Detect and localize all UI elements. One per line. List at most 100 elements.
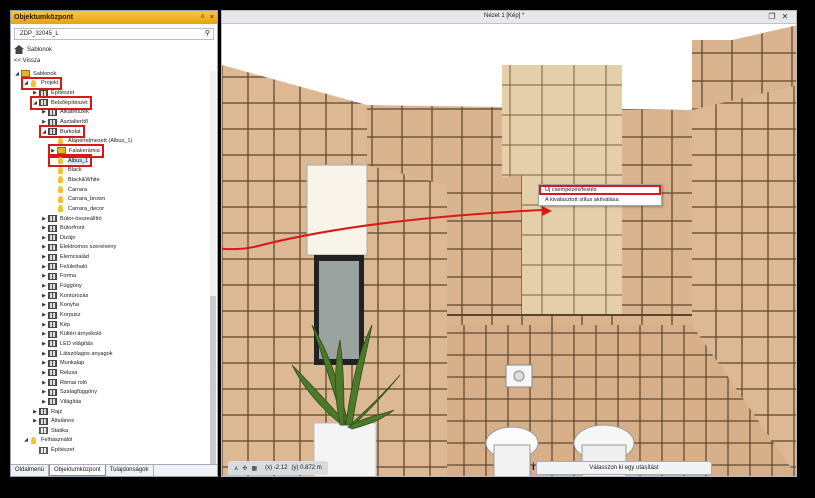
menu-item-new-tiling[interactable]: Új csempézés/festés (539, 185, 661, 195)
expand-arrow-icon[interactable]: ▶ (41, 244, 47, 250)
expand-arrow-icon[interactable]: ▶ (50, 148, 56, 154)
tree-item[interactable]: ◢ Burkolat (39, 124, 85, 139)
tree-item[interactable]: ▶ Elemcsalád (41, 252, 89, 262)
expand-arrow-icon[interactable]: ▶ (32, 418, 38, 424)
tree-item[interactable]: ▶ Látszólagos anyagok (41, 349, 113, 359)
tree-item[interactable]: ▶ Általános (32, 416, 74, 426)
tree-item[interactable]: ▶ Dizájn (41, 233, 76, 243)
tree-item-label: Black (68, 167, 82, 174)
pin-icon[interactable]: ᵃ (201, 14, 204, 21)
tree-item[interactable]: ▶ Falakerámia (48, 144, 104, 158)
tree-item[interactable]: ▶ Kép (41, 320, 70, 330)
tree-item[interactable]: ▶ Világítás (41, 397, 81, 407)
tree-item[interactable]: Carrara_decor (50, 204, 104, 214)
tree-item[interactable]: Albus_1 (47, 153, 93, 168)
grid-icon (48, 340, 57, 348)
tree-item[interactable]: ▶ Munkalap (41, 359, 84, 369)
tab-objektumkozpont[interactable]: Objektumközpont (49, 465, 106, 476)
expand-arrow-icon[interactable]: ▶ (41, 380, 47, 386)
grid-icon (48, 379, 57, 387)
expand-arrow-icon[interactable]: ◢ (41, 129, 47, 135)
expand-arrow-icon[interactable]: ▶ (41, 283, 47, 289)
tree-item[interactable]: ▶ Konyha (41, 301, 79, 311)
expand-arrow-icon[interactable]: ▶ (41, 302, 47, 308)
tree-item[interactable]: ▶ Kültéri árnyékoló (41, 330, 102, 340)
expand-arrow-icon[interactable]: ▶ (41, 235, 47, 241)
tree-item[interactable]: ▶ Rajz (32, 407, 62, 417)
expand-arrow-icon[interactable]: ▶ (41, 264, 47, 270)
tree-item-label: Falakerámia (69, 147, 100, 154)
expand-arrow-icon[interactable]: ▶ (32, 409, 38, 415)
tree-item[interactable]: Carrara_brown (50, 194, 105, 204)
bulb-icon (58, 176, 63, 184)
coord-y: (y) 0.872 m (291, 465, 322, 471)
grid-icon (39, 417, 48, 425)
search-input[interactable]: ZDP_32045_L ⚲ (14, 28, 214, 40)
expand-arrow-icon[interactable]: ▶ (41, 312, 47, 318)
expand-arrow-icon[interactable]: ▶ (32, 90, 38, 96)
tree-item[interactable]: ▶ Bútorfront (41, 223, 85, 233)
tree-item[interactable]: ◢ Projekt (20, 76, 63, 91)
tree-item-label: Függöny (60, 283, 82, 290)
expand-arrow-icon[interactable]: ▶ (41, 109, 47, 115)
expand-arrow-icon[interactable]: ◢ (23, 437, 29, 443)
close-icon[interactable]: × (210, 14, 214, 21)
tree-item[interactable]: ◢ Felhasználói (23, 436, 72, 446)
expand-arrow-icon[interactable]: ▶ (41, 331, 47, 337)
expand-arrow-icon[interactable]: ▶ (41, 273, 47, 279)
panel-title-bar: Objektumközpont ᵃ × (11, 11, 217, 24)
tree-item[interactable]: Black&White (50, 175, 100, 185)
restore-icon[interactable]: ❐ (767, 12, 777, 22)
tab-oldalmenu[interactable]: Oldalmenü (11, 465, 50, 476)
tree-item[interactable]: Black (50, 166, 82, 176)
expand-arrow-icon[interactable]: ▶ (41, 216, 47, 222)
close-window-icon[interactable]: ✕ (780, 12, 790, 22)
home-icon[interactable] (14, 45, 24, 54)
tree-item[interactable]: ▶ Szalagfüggöny (41, 387, 97, 397)
expand-arrow-icon[interactable]: ▶ (41, 254, 47, 260)
breadcrumb-item[interactable]: Sablonok (27, 47, 52, 53)
tree-item[interactable]: ▶ Reluxa (41, 368, 77, 378)
tree-item[interactable]: Alapértelmezett (Albus_1) (50, 137, 132, 147)
expand-arrow-icon[interactable]: ▶ (41, 322, 47, 328)
tree-item[interactable]: ▶ Elektromos szerelvény (41, 243, 116, 253)
scrollbar-thumb[interactable] (210, 296, 216, 466)
expand-arrow-icon[interactable]: ▶ (41, 351, 47, 357)
expand-arrow-icon[interactable]: ▶ (41, 341, 47, 347)
expand-arrow-icon[interactable]: ▶ (41, 293, 47, 299)
search-icon[interactable]: ⚲ (205, 29, 210, 39)
tree-item[interactable]: ▶ Felülethaló (41, 262, 87, 272)
back-link[interactable]: << Vissza (14, 58, 40, 64)
tree-item[interactable]: ▶ Kontúrozás (41, 291, 88, 301)
snap-icon[interactable]: ⋏ (234, 465, 238, 472)
tree-item-label: Bútorfront (60, 225, 85, 232)
tree-item[interactable]: ◢ Sablonok (14, 69, 56, 79)
move-icon[interactable]: ✣ (242, 465, 247, 472)
tree-item[interactable]: Építészet (32, 445, 74, 455)
3d-bathroom-scene[interactable] (222, 25, 797, 477)
tab-tulajdonsagok[interactable]: Tulajdonságok (106, 465, 154, 476)
tree-item[interactable]: ◢ Belsőépítészet (30, 96, 92, 110)
expand-arrow-icon[interactable]: ▶ (41, 399, 47, 405)
tree-item[interactable]: Carrara (50, 185, 87, 195)
tree-item[interactable]: ▶ Alkatrészek (41, 108, 89, 118)
tree-item[interactable]: ▶ Függöny (41, 281, 82, 291)
tree-item[interactable]: ▶ Asztalterítő (41, 117, 88, 127)
expand-arrow-icon[interactable]: ▶ (41, 225, 47, 231)
tree-item[interactable]: ▶ Építészet (32, 88, 74, 98)
expand-arrow-icon[interactable]: ▶ (41, 360, 47, 366)
tree-item[interactable]: ▶ Forma (41, 272, 76, 282)
grid-icon[interactable]: ▦ (251, 465, 257, 472)
expand-arrow-icon[interactable]: ◢ (32, 100, 38, 106)
tree-item[interactable]: Statika (32, 426, 68, 436)
tree-item[interactable]: ▶ Bútor-összeállító (41, 214, 102, 224)
expand-arrow-icon[interactable]: ◢ (23, 80, 29, 86)
menu-item-activate-style[interactable]: A kiválasztott stílus aktiválása (539, 195, 661, 205)
expand-arrow-icon[interactable]: ▶ (41, 119, 47, 125)
tree-item[interactable]: ▶ LED világítás (41, 339, 93, 349)
expand-arrow-icon[interactable]: ◢ (14, 71, 20, 77)
tree-item[interactable]: ▶ Korpusz (41, 310, 81, 320)
expand-arrow-icon[interactable]: ▶ (41, 370, 47, 376)
tree-item[interactable]: ▶ Római roló (41, 378, 87, 388)
expand-arrow-icon[interactable]: ▶ (41, 389, 47, 395)
